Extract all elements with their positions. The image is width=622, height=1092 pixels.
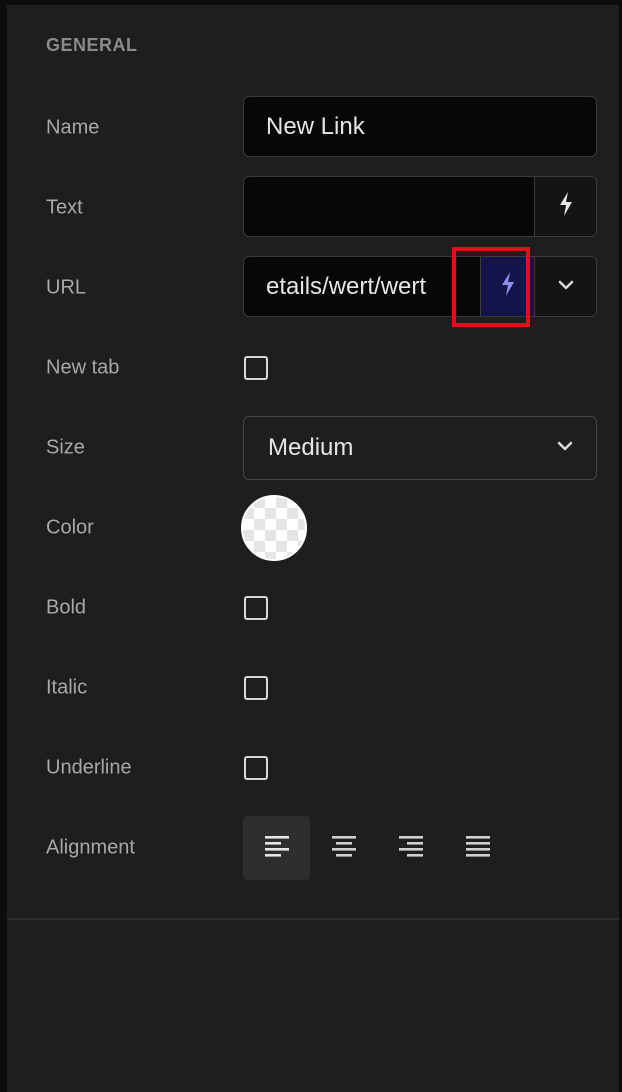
name-label: Name xyxy=(46,116,100,139)
text-input[interactable] xyxy=(243,176,597,237)
underline-label: Underline xyxy=(46,756,132,779)
properties-panel: GENERAL Name New Link Text URL etails/we… xyxy=(7,5,619,1092)
text-label: Text xyxy=(46,196,83,219)
color-row: Color xyxy=(7,495,619,561)
align-right-button[interactable] xyxy=(377,816,444,880)
url-input-value: etails/wert/wert xyxy=(266,272,427,300)
new-tab-checkbox[interactable] xyxy=(244,356,268,380)
lightning-bolt-icon xyxy=(557,191,575,222)
alignment-label: Alignment xyxy=(46,836,135,859)
align-justify-icon xyxy=(465,834,491,863)
url-label: URL xyxy=(46,276,87,299)
bold-label: Bold xyxy=(46,596,87,619)
name-input-value: New Link xyxy=(266,112,365,140)
italic-label: Italic xyxy=(46,676,88,699)
name-row: Name New Link xyxy=(7,96,619,160)
size-row: Size Medium xyxy=(7,416,619,480)
text-dynamic-button[interactable] xyxy=(534,177,596,236)
underline-row: Underline xyxy=(7,736,619,800)
url-input[interactable]: etails/wert/wert xyxy=(243,256,597,317)
size-select[interactable]: Medium xyxy=(243,416,597,480)
align-right-icon xyxy=(398,834,424,863)
new-tab-row: New tab xyxy=(7,336,619,400)
url-row: URL etails/wert/wert xyxy=(7,256,619,320)
size-label: Size xyxy=(46,436,85,459)
underline-checkbox[interactable] xyxy=(244,756,268,780)
bold-checkbox[interactable] xyxy=(244,596,268,620)
align-justify-button[interactable] xyxy=(444,816,511,880)
lightning-bolt-icon xyxy=(499,271,517,302)
align-center-icon xyxy=(331,834,357,863)
italic-checkbox[interactable] xyxy=(244,676,268,700)
size-select-value: Medium xyxy=(268,434,354,461)
text-row: Text xyxy=(7,176,619,240)
alignment-group xyxy=(243,816,511,880)
url-dropdown-button[interactable] xyxy=(534,257,596,316)
color-label: Color xyxy=(46,516,94,539)
section-divider xyxy=(7,918,619,920)
color-swatch[interactable] xyxy=(241,495,307,561)
alignment-row: Alignment xyxy=(7,816,619,880)
name-input[interactable]: New Link xyxy=(243,96,597,157)
section-title: GENERAL xyxy=(46,35,138,55)
url-dynamic-button[interactable] xyxy=(480,257,534,316)
chevron-down-icon xyxy=(556,439,574,457)
align-left-icon xyxy=(264,834,290,863)
align-center-button[interactable] xyxy=(310,816,377,880)
italic-row: Italic xyxy=(7,656,619,720)
align-left-button[interactable] xyxy=(243,816,310,880)
bold-row: Bold xyxy=(7,576,619,640)
chevron-down-icon xyxy=(557,278,575,296)
new-tab-label: New tab xyxy=(46,356,120,379)
